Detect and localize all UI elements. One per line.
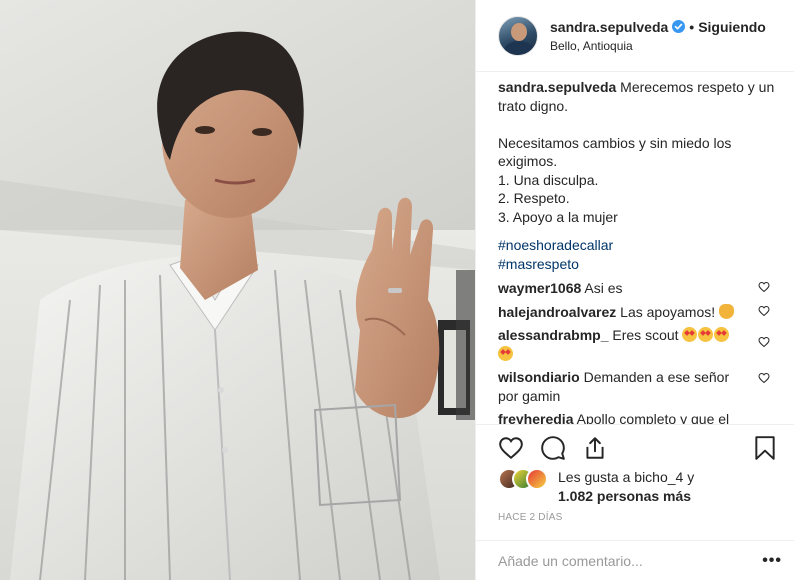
likes-count[interactable]: 1.082 personas más <box>558 488 691 504</box>
liker-username[interactable]: bicho_4 <box>634 469 683 485</box>
verified-badge-icon <box>672 20 686 33</box>
caption-text: Merecemos respeto y un trato digno. Nece… <box>498 79 775 225</box>
comment-username[interactable]: alessandrabmp_ <box>498 327 609 343</box>
more-options-button[interactable]: ••• <box>762 552 782 570</box>
comment-input[interactable] <box>498 552 763 569</box>
comment-text: Eres scout <box>608 327 683 343</box>
comment-item: waymer1068 Asi es <box>498 279 778 298</box>
likes-text[interactable]: Les gusta a bicho_4 y 1.082 personas más <box>558 468 694 506</box>
heart-eyes-emoji <box>682 327 698 342</box>
hashtags: #noeshoradecallar #masrespeto <box>498 236 778 273</box>
comment-username[interactable]: halejandroalvarez <box>498 304 616 320</box>
comment-item: freyheredia Apollo completo y que el <box>498 410 778 424</box>
post-photo-illustration <box>0 0 475 580</box>
comment-username[interactable]: waymer1068 <box>498 280 581 296</box>
heart-eyes-emoji <box>698 327 714 342</box>
comment-heart-icon[interactable] <box>758 336 770 348</box>
hashtag-link[interactable]: #masrespeto <box>498 255 778 274</box>
heart-eyes-emoji <box>498 345 513 361</box>
post-header: sandra.sepulveda • Siguiendo Bello, Anti… <box>476 0 794 72</box>
author-avatar[interactable] <box>498 15 538 56</box>
likes-prefix: Les gusta a <box>558 469 635 485</box>
post-location[interactable]: Bello, Antioquia <box>550 38 766 54</box>
post-sidebar: sandra.sepulveda • Siguiendo Bello, Anti… <box>475 0 794 580</box>
post-timestamp[interactable]: Hace 2 días <box>498 512 562 523</box>
comment-heart-icon[interactable] <box>758 305 770 317</box>
author-info: sandra.sepulveda • Siguiendo Bello, Anti… <box>550 18 766 54</box>
liker-avatars[interactable] <box>498 468 554 490</box>
comment-text: Asi es <box>581 280 623 296</box>
action-bar <box>476 424 794 470</box>
share-icon[interactable] <box>582 435 608 461</box>
comment-heart-icon[interactable] <box>758 281 770 293</box>
comments-list[interactable]: sandra.sepulveda Merecemos respeto y un … <box>476 72 794 424</box>
comment-username[interactable]: freyheredia <box>498 411 573 424</box>
liker-avatar <box>526 468 548 490</box>
caption-username[interactable]: sandra.sepulveda <box>498 79 616 95</box>
comment-item: wilsondiario Demanden a ese señor por ga… <box>498 368 778 405</box>
heart-icon[interactable] <box>498 435 524 461</box>
comment-username[interactable]: wilsondiario <box>498 369 580 385</box>
author-row: sandra.sepulveda • Siguiendo <box>550 18 766 36</box>
following-button[interactable]: Siguiendo <box>698 18 766 36</box>
separator-dot: • <box>689 18 695 35</box>
comment-item: alessandrabmp_ Eres scout <box>498 326 778 363</box>
likes-middle: y <box>683 469 695 485</box>
post-caption: sandra.sepulveda Merecemos respeto y un … <box>498 78 778 226</box>
author-username[interactable]: sandra.sepulveda <box>550 18 668 36</box>
comment-heart-icon[interactable] <box>758 372 770 384</box>
hashtag-link[interactable]: #noeshoradecallar <box>498 236 778 255</box>
add-comment-bar: ••• <box>476 540 794 580</box>
comment-text: Las apoyamos! <box>616 303 716 320</box>
heart-eyes-emoji <box>714 327 730 342</box>
clapping-hand-emoji <box>719 303 735 319</box>
likes-summary: Les gusta a bicho_4 y 1.082 personas más <box>498 468 788 506</box>
comment-text: Apollo completo y que el <box>573 411 730 424</box>
post-image[interactable] <box>0 0 475 580</box>
comment-item: halejandroalvarez Las apoyamos! <box>498 303 778 322</box>
bookmark-icon[interactable] <box>752 435 778 461</box>
comment-icon[interactable] <box>540 435 566 461</box>
